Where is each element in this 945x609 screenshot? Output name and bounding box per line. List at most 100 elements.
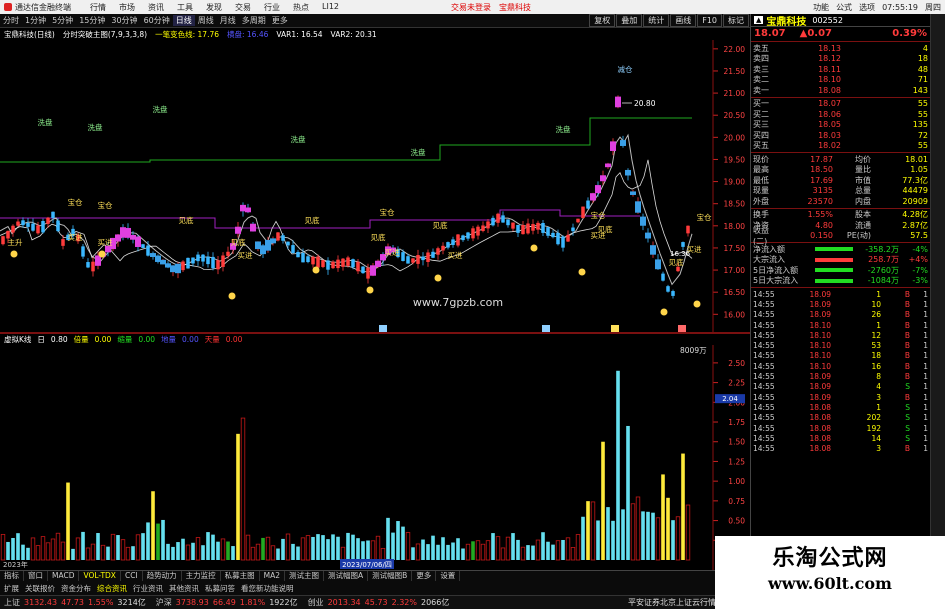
menu-3[interactable]: 工具 <box>177 2 193 13</box>
fn-button-3[interactable]: 画线 <box>670 14 697 27</box>
title-right-2[interactable]: 选项 <box>859 2 875 13</box>
tab-tf-3[interactable]: 15分钟 <box>76 15 108 26</box>
side-toolbar[interactable] <box>930 14 945 609</box>
menu-0[interactable]: 行情 <box>90 2 106 13</box>
ext-tab-4[interactable]: 行业资讯 <box>133 583 163 594</box>
vol-bar <box>601 441 605 560</box>
tab-indicator-0[interactable]: 指标 <box>0 571 24 581</box>
ext-tab-7[interactable]: 看您新功能说明 <box>241 583 294 594</box>
tab-tf-9[interactable]: 多周期 <box>239 15 269 26</box>
fn-button-4[interactable]: F10 <box>697 14 722 27</box>
candle-body <box>461 235 465 241</box>
indicator-label[interactable]: 分时突破主图(7,9,3,3,8) <box>63 29 147 40</box>
asks-row[interactable]: 卖一 18.08 143 <box>751 85 930 96</box>
fund-flow-row[interactable]: 净流入额 -358.2万 -4% <box>751 244 930 255</box>
tab-indicator-3[interactable]: VOL-TDX <box>79 571 121 581</box>
vol-axis-label: 1.25 <box>728 457 745 466</box>
tick-side: B <box>904 341 910 351</box>
ext-tab-2[interactable]: 资金分布 <box>61 583 91 594</box>
promo-link-1[interactable]: 宝鼎科技 <box>499 2 531 13</box>
fund-flow-row[interactable]: 5日净流入额 -2760万 -7% <box>751 265 930 276</box>
tab-tf-0[interactable]: 分时 <box>0 15 22 26</box>
vol-bar <box>401 526 405 560</box>
bids-row[interactable]: 买一 18.07 55 <box>751 99 930 110</box>
title-right-1[interactable]: 公式 <box>836 2 852 13</box>
tab-indicator-5[interactable]: 趋势动力 <box>143 571 182 581</box>
vol-bar <box>85 547 91 561</box>
index-name-0[interactable]: 上证 <box>4 597 20 608</box>
menu-7[interactable]: 热点 <box>293 2 309 13</box>
fund-flow-row[interactable]: 大宗流入 258.7万 +4% <box>751 255 930 266</box>
tick-volume: 53 <box>871 341 881 351</box>
asks-row[interactable]: 卖四 18.12 18 <box>751 54 930 65</box>
asks-row[interactable]: 卖三 18.11 48 <box>751 64 930 75</box>
tab-tf-2[interactable]: 5分钟 <box>49 15 76 26</box>
index-name-1[interactable]: 沪深 <box>156 597 172 608</box>
tab-tf-6[interactable]: 日线 <box>172 15 195 26</box>
tab-indicator-1[interactable]: 窗口 <box>24 571 48 581</box>
tab-tf-4[interactable]: 30分钟 <box>108 15 140 26</box>
volume-chart[interactable]: 2.502.252.001.751.501.251.000.750.500.25… <box>0 345 750 570</box>
tab-tf-10[interactable]: 更多 <box>269 15 291 26</box>
menu-2[interactable]: 资讯 <box>148 2 164 13</box>
stat-label: 市值 <box>855 175 871 185</box>
asks-row[interactable]: 卖二 18.10 71 <box>751 75 930 86</box>
fn-button-0[interactable]: 复权 <box>589 14 616 27</box>
tab-tf-5[interactable]: 60分钟 <box>141 15 173 26</box>
tab-indicator-4[interactable]: CCI <box>121 571 143 581</box>
menu-8[interactable]: LI12 <box>322 2 339 13</box>
ext-tab-3[interactable]: 综合资讯 <box>97 583 127 594</box>
candle-body <box>346 257 350 266</box>
price-chart[interactable]: 22.00 21.50 21.00 20.50 20.00 19.50 19.00 18.50… <box>0 40 750 332</box>
vol-bar <box>50 538 56 561</box>
fn-button-1[interactable]: 叠加 <box>616 14 643 27</box>
index-name-2[interactable]: 创业 <box>308 597 324 608</box>
ext-tab-5[interactable]: 其他资讯 <box>169 583 199 594</box>
tab-indicator-11[interactable]: 测试幅图B <box>368 571 413 581</box>
var2-value: VAR2: 20.31 <box>330 30 377 39</box>
bids-row[interactable]: 买四 18.03 72 <box>751 130 930 141</box>
date-label: 2023/07/06/四 <box>342 561 392 569</box>
tick-price: 18.10 <box>809 330 831 340</box>
candle-body <box>301 253 305 263</box>
tab-indicator-8[interactable]: MA2 <box>260 571 286 581</box>
tab-tf-1[interactable]: 1分钟 <box>22 15 49 26</box>
candle-body <box>16 221 20 226</box>
tab-indicator-13[interactable]: 设置 <box>436 571 461 581</box>
fn-button-2[interactable]: 统计 <box>643 14 670 27</box>
bids-row[interactable]: 买三 18.05 135 <box>751 120 930 131</box>
tab-indicator-2[interactable]: MACD <box>48 571 80 581</box>
promo-link-0[interactable]: 交易未登录 <box>451 2 491 13</box>
vol-bar <box>220 538 226 561</box>
tick-row: 14:55 18.10 16 B 1 <box>751 361 930 371</box>
bids-row[interactable]: 买二 18.06 55 <box>751 109 930 120</box>
tab-tf-8[interactable]: 月线 <box>217 15 239 26</box>
ext-tab-0[interactable]: 扩展 <box>4 583 19 594</box>
tab-indicator-6[interactable]: 主力监控 <box>182 571 221 581</box>
asks-row[interactable]: 卖五 18.13 4 <box>751 43 930 54</box>
title-right-0[interactable]: 功能 <box>813 2 829 13</box>
bids-row[interactable]: 买五 18.02 55 <box>751 141 930 152</box>
menu-4[interactable]: 发现 <box>206 2 222 13</box>
fn-button-5[interactable]: 标记 <box>723 14 749 27</box>
stat-value: 20909 <box>902 196 928 206</box>
vol-bar <box>596 520 600 560</box>
book-volume: 135 <box>912 120 928 130</box>
tab-tf-7[interactable]: 周线 <box>195 15 217 26</box>
tab-indicator-7[interactable]: 私募主图 <box>221 571 260 581</box>
tab-indicator-12[interactable]: 更多 <box>412 571 437 581</box>
tab-indicator-9[interactable]: 测试主图 <box>285 571 325 581</box>
vol-bar <box>356 538 360 560</box>
menu-1[interactable]: 市场 <box>119 2 135 13</box>
tick-time: 14:55 <box>753 341 775 351</box>
tick-row: 14:55 18.09 1 B 1 <box>751 289 930 299</box>
ext-tab-6[interactable]: 私募问答 <box>205 583 235 594</box>
ext-tab-1[interactable]: 关联报价 <box>25 583 55 594</box>
vol-bar <box>646 511 650 560</box>
signal-label: 买进 <box>385 248 400 257</box>
tab-indicator-10[interactable]: 测试幅图A <box>324 571 369 581</box>
menu-6[interactable]: 行业 <box>264 2 280 13</box>
tick-count: 1 <box>923 413 928 423</box>
menu-5[interactable]: 交易 <box>235 2 251 13</box>
fund-flow-row[interactable]: 5日大宗流入 -1084万 -3% <box>751 276 930 287</box>
